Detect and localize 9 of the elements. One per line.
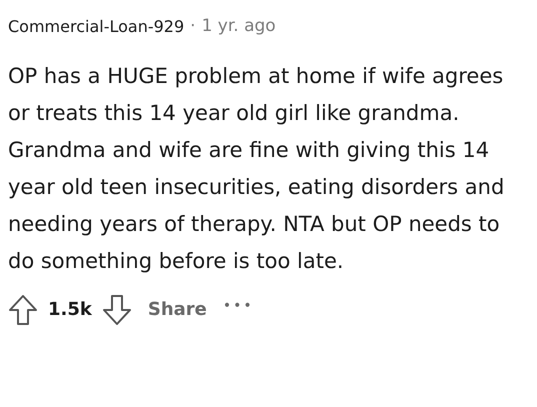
username[interactable]: Commercial-Loan-929 [8,14,184,39]
more-options-button[interactable]: ••• [222,296,254,317]
upvote-arrow-icon[interactable] [8,294,38,326]
downvote-arrow-icon[interactable] [102,294,132,326]
timestamp: 1 yr. ago [202,15,276,38]
comment-body: OP has a HUGE problem at home if wife agrees or treats this 14 year old girl like grandma. Grandma and wife are fine with giving this 14 year old teen insecurities, eating disorders and needing years of therapy. NTA but OP needs to do something before is too late. [8,62,506,274]
vote-score: 1.5k [48,298,92,322]
share-button[interactable]: Share [138,296,217,323]
separator-dot: · [190,15,196,38]
